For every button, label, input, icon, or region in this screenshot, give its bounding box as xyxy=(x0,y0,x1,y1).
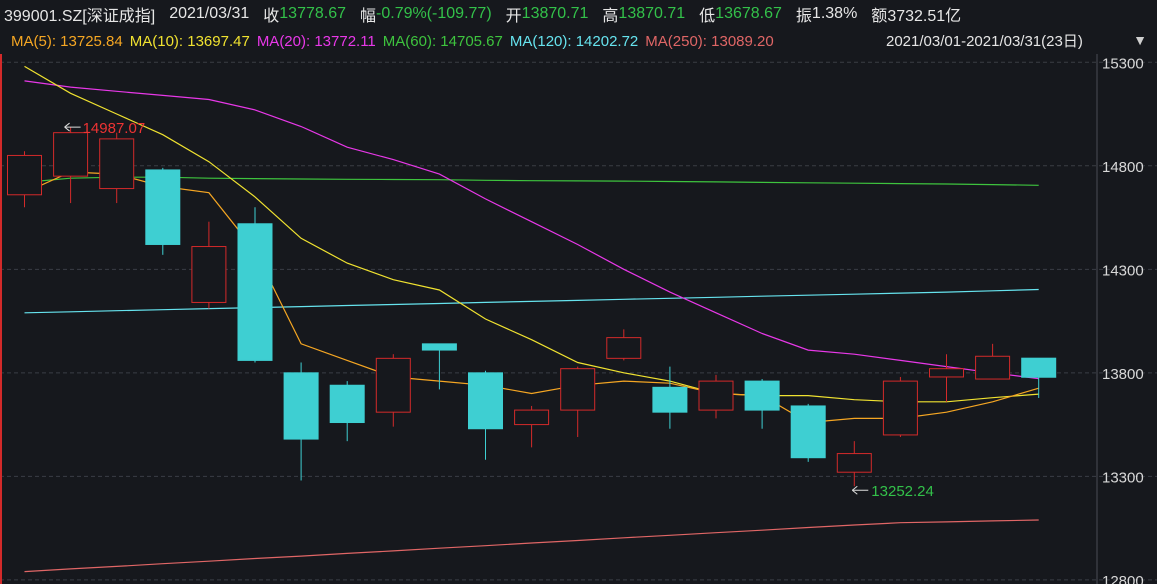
y-tick-label: 13800 xyxy=(1102,366,1144,383)
ma5-legend: MA(5): 13725.84 xyxy=(11,32,123,50)
open-value: 13870.71 xyxy=(521,5,589,22)
stock-code: 399001.SZ[深证成指] xyxy=(4,8,156,25)
ma10-legend: MA(10): 13697.47 xyxy=(129,32,250,50)
candle-body-up xyxy=(882,380,918,436)
low-value: 13678.67 xyxy=(715,5,782,22)
amount-value: 3732.51亿 xyxy=(887,8,962,25)
candle-body-up xyxy=(375,357,411,413)
close-label: 收 xyxy=(263,8,280,25)
candle-body-up xyxy=(53,132,89,177)
close-value: 13778.67 xyxy=(279,5,347,22)
high-value: 13870.71 xyxy=(618,5,686,22)
date-range-selector[interactable]: 2021/03/01-2021/03/31(23日) xyxy=(883,30,1086,51)
candle-body-down xyxy=(1021,357,1057,378)
amount-label: 额 xyxy=(871,8,888,25)
ma250-line xyxy=(24,519,1039,573)
change-label: 幅 xyxy=(360,8,377,25)
candle-body-up xyxy=(975,355,1011,380)
candle-body-up xyxy=(7,154,42,196)
y-tick-label: 12800 xyxy=(1102,573,1144,584)
candle-body-up xyxy=(514,409,550,426)
candle-body-down xyxy=(790,405,826,459)
candle-body-up xyxy=(836,453,872,473)
triangle-down-icon[interactable]: ▼ xyxy=(1133,33,1147,47)
low-price-label: 13252.24 xyxy=(871,483,934,500)
amplitude-label: 振 xyxy=(795,8,812,25)
ma250-legend: MA(250): 13089.20 xyxy=(645,32,774,50)
ma60-legend: MA(60): 14705.67 xyxy=(382,32,503,50)
ma20-legend: MA(20): 13772.11 xyxy=(256,32,376,50)
candlestick-chart: 153001480014300138001330012800 14987.071… xyxy=(0,54,1157,584)
candle-body-down xyxy=(329,384,365,424)
y-tick-label: 14300 xyxy=(1102,262,1144,279)
y-tick-label: 15300 xyxy=(1102,55,1144,72)
candle-body-up xyxy=(929,368,964,378)
candle-body-down xyxy=(145,169,181,245)
candle-body-down xyxy=(283,372,319,440)
grid-lines: 15300 14800 14300 13800 13300 12800 xyxy=(0,54,1157,584)
ma120-line xyxy=(24,288,1039,314)
amplitude-value: 1.38% xyxy=(811,5,858,22)
candle-body-up xyxy=(606,337,642,359)
y-tick-label: 14800 xyxy=(1102,159,1144,176)
candle-body-down xyxy=(468,372,503,430)
high-label: 高 xyxy=(602,8,619,25)
candle-body-down xyxy=(652,386,688,413)
quote-header: 399001.SZ[深证成指] 2021/03/31 收 13778.67 幅 … xyxy=(0,0,1157,28)
candle-body-up xyxy=(99,138,135,190)
low-label: 低 xyxy=(699,8,716,25)
candle-body-down xyxy=(744,380,780,411)
candle-body-down xyxy=(421,343,457,351)
quote-date: 2021/03/31 xyxy=(169,5,250,22)
stock-chart-app: { "header": { "code": "399001.SZ[深证成指]",… xyxy=(0,0,1157,584)
high-price-label: 14987.07 xyxy=(83,120,146,137)
y-tick-label: 13300 xyxy=(1102,469,1144,486)
ma120-legend: MA(120): 14202.72 xyxy=(509,32,639,50)
candle-body-down xyxy=(237,223,273,361)
candle-body-up xyxy=(698,380,734,411)
open-label: 开 xyxy=(505,8,522,25)
candle-body-up xyxy=(191,246,227,303)
change-value: -0.79%(-109.77) xyxy=(376,5,492,22)
chart-area: 15300 14800 14300 13800 13300 12800 14987.07 1… xyxy=(0,54,1157,584)
candle-body-up xyxy=(560,368,596,411)
